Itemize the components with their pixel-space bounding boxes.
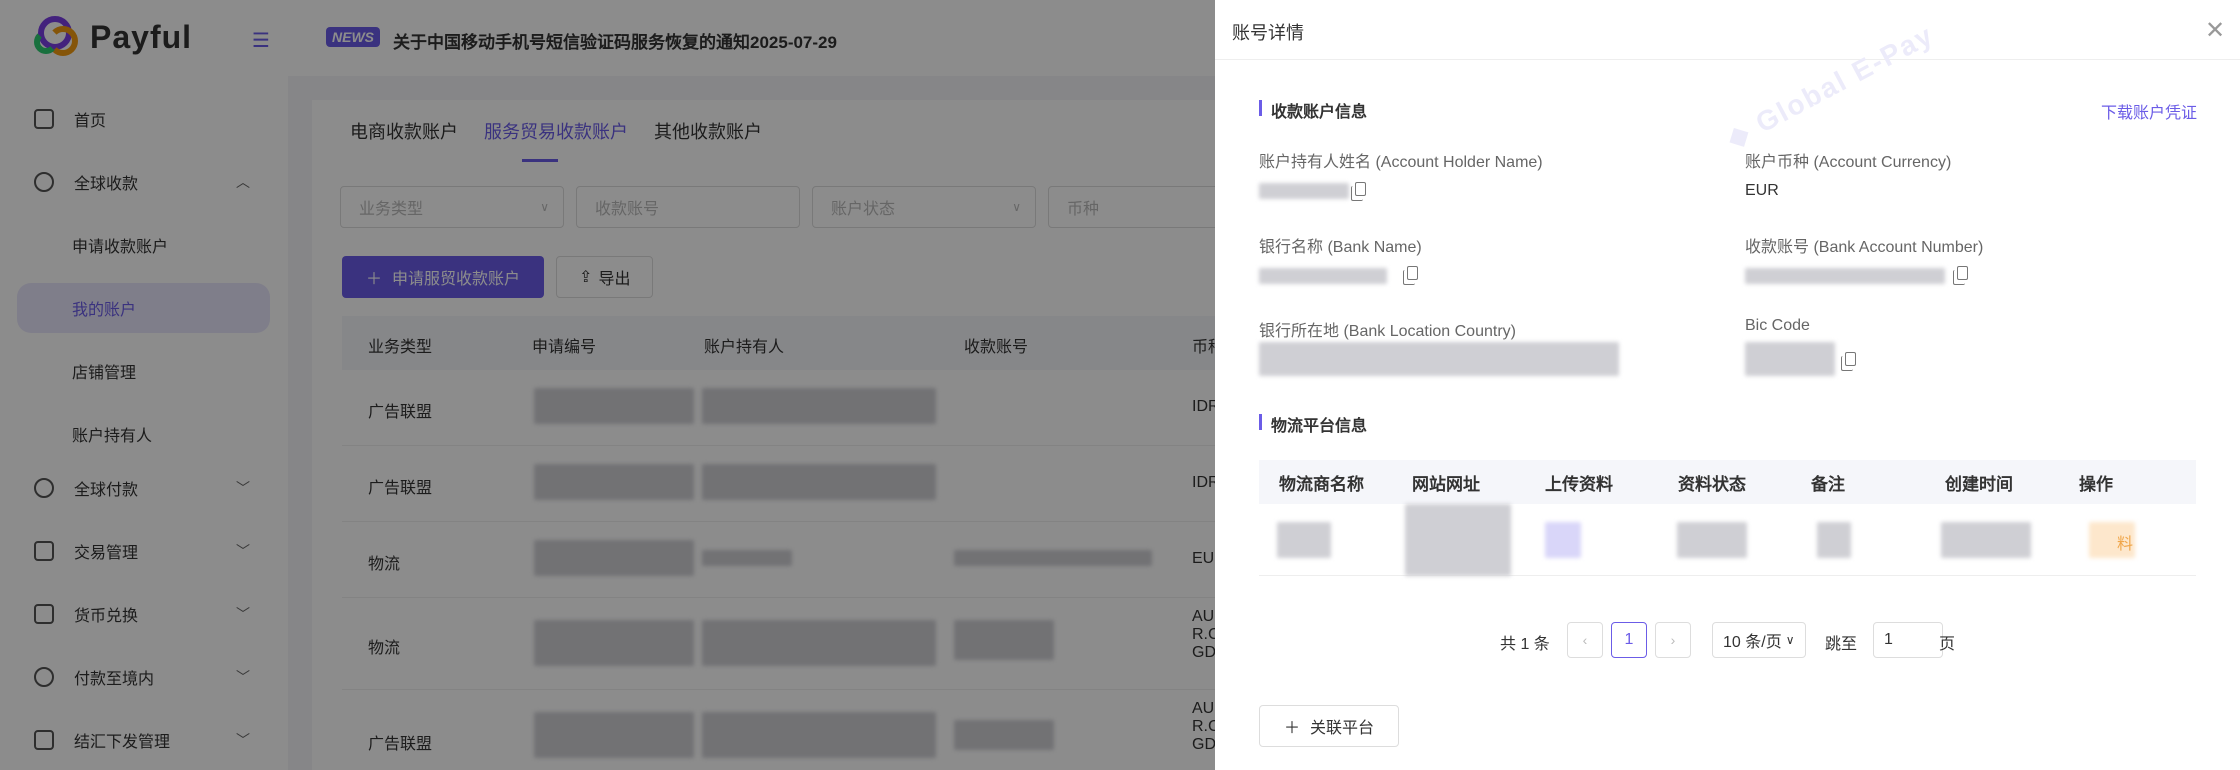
table-row[interactable]: 料 (1259, 504, 2196, 576)
redacted-bank-location (1259, 342, 1619, 376)
redacted-account-number (1745, 268, 1945, 284)
redacted-value (1817, 522, 1851, 558)
section-title-logistics: 物流平台信息 (1259, 412, 1367, 436)
redacted-bank-name (1259, 268, 1387, 284)
operation-link[interactable]: 料 (2117, 530, 2133, 554)
copy-icon[interactable] (1841, 352, 1856, 371)
total-count: 共 1 条 (1500, 636, 1550, 653)
download-voucher-link[interactable]: 下载账户凭证 (2101, 99, 2197, 123)
copy-icon[interactable] (1953, 266, 1968, 285)
plus-icon: ＋ (1284, 720, 1301, 737)
redacted-value (1405, 504, 1511, 576)
jump-label: 跳至 (1825, 636, 1858, 653)
column-header: 网站网址 (1412, 475, 1480, 494)
currency-value: EUR (1745, 182, 1779, 199)
column-header: 资料状态 (1678, 475, 1746, 494)
page-button-1[interactable]: 1 (1611, 622, 1647, 658)
column-header: 操作 (2079, 475, 2113, 494)
page-size-value: 10 条/页 (1723, 634, 1782, 651)
prev-page-button[interactable]: ‹ (1567, 622, 1603, 658)
column-header: 创建时间 (1945, 475, 2013, 494)
redacted-value (1677, 522, 1747, 558)
page-size-select[interactable]: 10 条/页 ∨ (1712, 622, 1806, 658)
section-title-account: 收款账户信息 (1259, 98, 1367, 122)
holder-name-label: 账户持有人姓名 (Account Holder Name) (1259, 154, 1543, 171)
drawer-title: 账号详情 (1232, 23, 1304, 43)
account-number-label: 收款账号 (Bank Account Number) (1745, 239, 1984, 256)
copy-icon[interactable] (1351, 182, 1366, 201)
pagination: 共 1 条 ‹ 1 › 10 条/页 ∨ 跳至 1 页 (1215, 622, 2240, 658)
drawer-header: 账号详情 ✕ (1215, 0, 2240, 60)
account-detail-drawer: 账号详情 ✕ ◆ Global E-Pay 收款账户信息 下载账户凭证 账户持有… (1215, 0, 2240, 770)
column-header: 物流商名称 (1279, 475, 1364, 494)
close-icon[interactable]: ✕ (2205, 16, 2225, 45)
next-page-button[interactable]: › (1655, 622, 1691, 658)
currency-label: 账户币种 (Account Currency) (1745, 154, 1952, 171)
chevron-down-icon: ∨ (1785, 633, 1795, 647)
link-platform-button[interactable]: ＋ 关联平台 (1259, 705, 1400, 747)
copy-icon[interactable] (1403, 266, 1418, 285)
redacted-value (1277, 522, 1331, 558)
page-suffix: 页 (1939, 636, 1956, 653)
logistics-table-header: 物流商名称 网站网址 上传资料 资料状态 备注 创建时间 操作 (1259, 460, 2196, 504)
column-header: 上传资料 (1545, 475, 1613, 494)
redacted-holder-name (1259, 183, 1349, 199)
jump-page-input[interactable]: 1 (1873, 622, 1943, 658)
column-header: 备注 (1811, 475, 1845, 494)
bic-code-label: Bic Code (1745, 317, 1810, 334)
button-label: 关联平台 (1310, 720, 1375, 737)
redacted-value (1941, 522, 2031, 558)
redacted-bic-code (1745, 342, 1835, 376)
bank-location-label: 银行所在地 (Bank Location Country) (1259, 323, 1516, 340)
bank-name-label: 银行名称 (Bank Name) (1259, 239, 1422, 256)
modal-overlay[interactable] (0, 0, 1215, 770)
redacted-value (1545, 522, 1581, 558)
